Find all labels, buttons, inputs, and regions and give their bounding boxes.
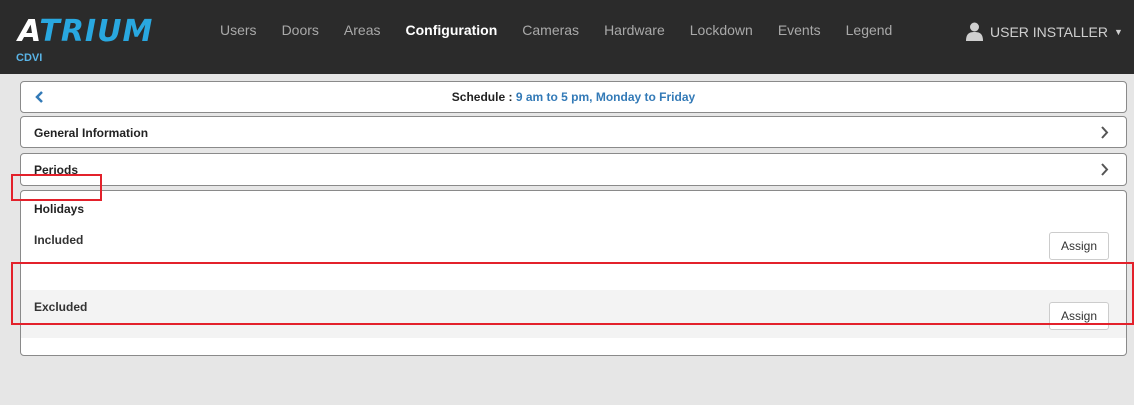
brand-logo[interactable]: ATRIUM: [18, 14, 153, 49]
holidays-title: Holidays: [34, 202, 85, 216]
assign-excluded-button[interactable]: Assign: [1049, 302, 1109, 330]
schedule-name: 9 am to 5 pm, Monday to Friday: [515, 90, 696, 104]
user-icon: [966, 22, 983, 41]
chevron-right-icon[interactable]: [1100, 126, 1109, 139]
nav-item-users[interactable]: Users: [220, 22, 257, 38]
brand-subtitle: CDVI: [16, 52, 43, 64]
main-nav: Users Doors Areas Configuration Cameras …: [220, 22, 917, 38]
nav-item-doors[interactable]: Doors: [282, 22, 319, 38]
schedule-label: Schedule :: [451, 90, 513, 104]
chevron-right-icon[interactable]: [1100, 163, 1109, 176]
excluded-label: Excluded: [34, 300, 88, 314]
nav-item-events[interactable]: Events: [778, 22, 821, 38]
brand-name: ATRIUM: [18, 14, 154, 49]
periods-title: Periods: [34, 163, 79, 177]
nav-item-configuration[interactable]: Configuration: [406, 22, 498, 38]
schedule-title: Schedule : 9 am to 5 pm, Monday to Frida…: [21, 90, 1126, 104]
top-navbar: ATRIUM CDVI Users Doors Areas Configurat…: [0, 0, 1134, 74]
user-name: USER INSTALLER: [990, 23, 1108, 40]
nav-item-legend[interactable]: Legend: [846, 22, 893, 38]
assign-included-button[interactable]: Assign: [1049, 232, 1109, 260]
nav-item-cameras[interactable]: Cameras: [522, 22, 579, 38]
holidays-panel: Holidays Included Assign Excluded Assign: [20, 190, 1127, 356]
periods-panel[interactable]: Periods: [20, 153, 1127, 186]
excluded-row: Excluded Assign: [21, 290, 1126, 338]
nav-item-lockdown[interactable]: Lockdown: [690, 22, 753, 38]
included-label: Included: [34, 233, 84, 247]
user-menu[interactable]: USER INSTALLER ▼: [966, 22, 1123, 41]
general-information-title: General Information: [34, 126, 149, 140]
nav-item-areas[interactable]: Areas: [344, 22, 381, 38]
caret-down-icon: ▼: [1114, 26, 1123, 37]
schedule-header-panel: Schedule : 9 am to 5 pm, Monday to Frida…: [20, 81, 1127, 113]
nav-item-hardware[interactable]: Hardware: [604, 22, 665, 38]
general-information-panel[interactable]: General Information: [20, 116, 1127, 148]
